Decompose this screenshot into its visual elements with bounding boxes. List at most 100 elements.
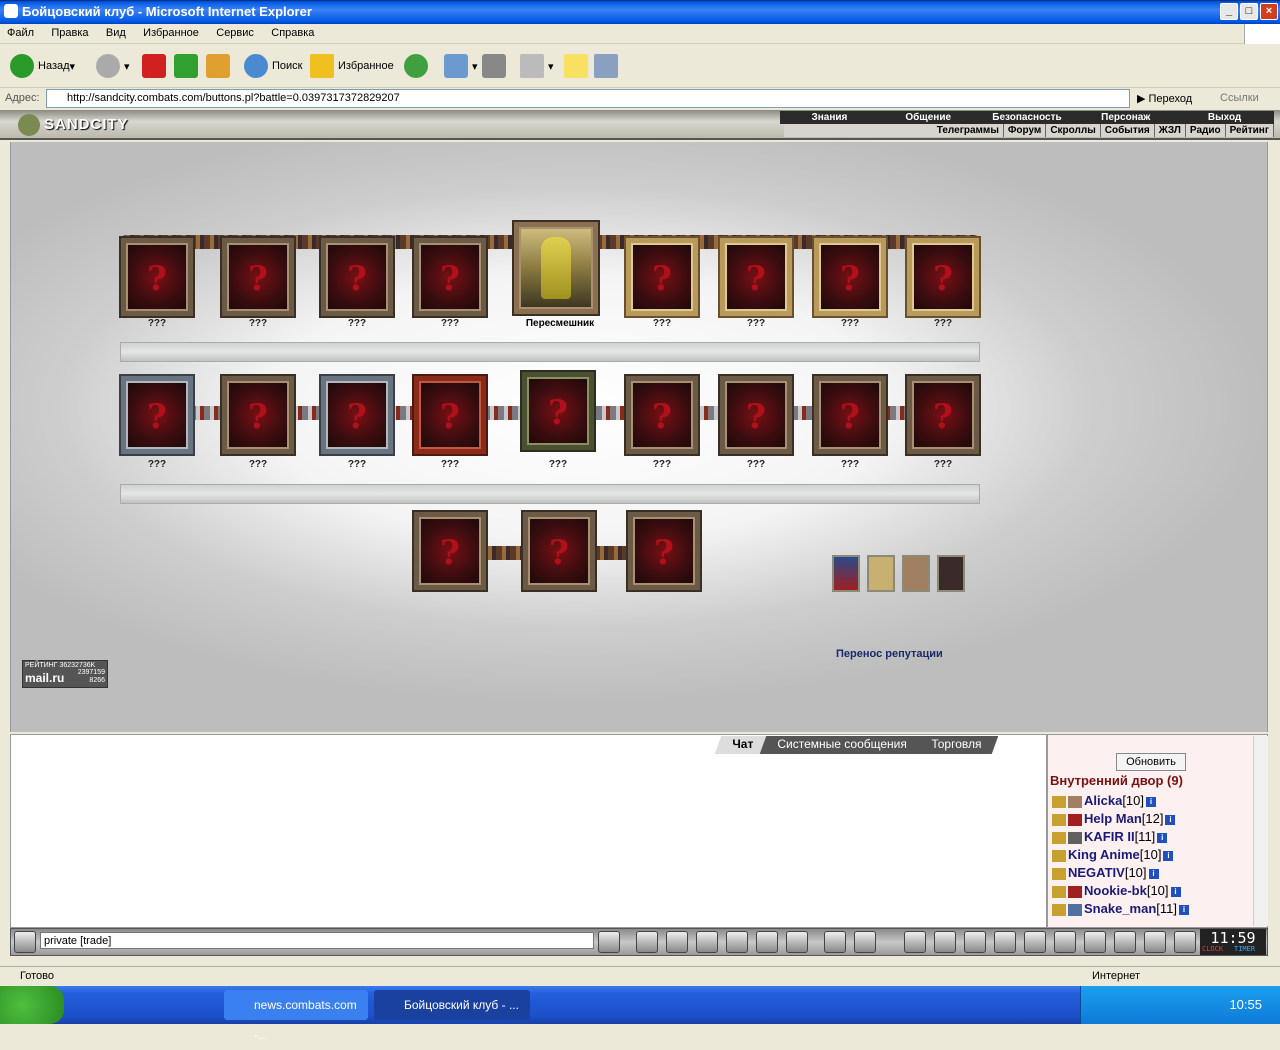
subnav-forum[interactable]: Форум [1004,124,1047,137]
info-icon[interactable]: i [1146,796,1156,807]
go-button[interactable]: ▶ Переход [1137,92,1192,105]
tab-trade[interactable]: Торговля [913,736,998,754]
subnav-radio[interactable]: Радио [1186,124,1226,137]
run-icon[interactable] [726,931,748,953]
mailru-rating-badge[interactable]: РЕЙТИНГ 36232736K mail.ru 2397159 8266 [22,660,108,688]
subnav-rating[interactable]: Рейтинг [1226,124,1274,137]
armor-icon[interactable] [1054,931,1076,953]
bag-icon[interactable] [964,931,986,953]
chat-input[interactable] [40,932,594,949]
castle-icon[interactable] [1114,931,1136,953]
user-name[interactable]: KAFIR II [1084,829,1135,844]
exit-door-icon[interactable] [1174,931,1196,953]
sword-icon[interactable] [934,931,956,953]
task-fight-club[interactable]: Бойцовский клуб - ... [374,990,530,1020]
menu-file[interactable]: Файл [0,24,41,42]
mini-item-map[interactable] [867,555,895,592]
item-slot[interactable]: ? [907,376,979,454]
scroll-icon[interactable] [1024,931,1046,953]
tab-system-messages[interactable]: Системные сообщения [759,736,924,754]
history-button[interactable] [404,52,432,80]
info-icon[interactable]: i [1165,814,1176,825]
nav-character[interactable]: Персонаж [1076,111,1175,124]
start-button[interactable] [0,986,64,1024]
sound-icon[interactable] [786,931,808,953]
character-name[interactable]: Пересмешник [515,318,605,329]
item-slot[interactable]: ? [414,376,486,454]
user-name[interactable]: King Anime [1068,847,1140,862]
user-name[interactable]: Alicka [1084,793,1122,808]
refresh-button[interactable] [174,52,202,80]
user-row[interactable]: NEGATIV[10] i [1052,865,1159,880]
refresh-button[interactable]: Обновить [1116,753,1186,771]
smile-face-icon[interactable] [14,931,36,953]
menu-edit[interactable]: Правка [44,24,95,42]
user-name[interactable]: Snake_man [1084,901,1156,916]
item-slot[interactable]: ? [522,372,594,450]
user-row[interactable]: Nookie-bk[10] i [1052,883,1181,898]
mage-icon[interactable] [904,931,926,953]
user-name[interactable]: NEGATIV [1068,865,1125,880]
menu-help[interactable]: Справка [264,24,321,42]
eraser-icon[interactable] [636,931,658,953]
home-button[interactable] [206,52,234,80]
stop-button[interactable] [142,52,170,80]
address-input[interactable]: http://sandcity.combats.com/buttons.pl?b… [46,89,1130,108]
item-slot[interactable]: ? [626,376,698,454]
item-slot[interactable]: ? [121,376,193,454]
item-slot[interactable]: ? [720,238,792,316]
users-scrollbar[interactable] [1253,736,1268,926]
item-slot[interactable]: ? [321,238,393,316]
mail-button[interactable]: ▾ [444,52,478,80]
forward-button[interactable]: ▾ [96,52,130,80]
nav-knowledge[interactable]: Знания [780,111,879,124]
nav-communication[interactable]: Общение [879,111,978,124]
subnav-scrolls[interactable]: Скроллы [1046,124,1101,137]
info-icon[interactable]: i [1148,868,1159,879]
back-button[interactable]: Назад ▾ [10,52,75,80]
user-row[interactable]: KAFIR II[11] i [1052,829,1168,844]
user-name[interactable]: Help Man [1084,811,1142,826]
item-slot[interactable]: ? [814,238,886,316]
menu-view[interactable]: Вид [99,24,133,42]
knight-icon[interactable] [1084,931,1106,953]
search-button[interactable]: Поиск [244,52,302,80]
item-slot[interactable]: ? [414,238,486,316]
subnav-telegrams[interactable]: Телеграммы [933,124,1004,137]
info-icon[interactable]: i [1157,832,1168,843]
pl-icon[interactable] [756,931,778,953]
mini-item-card[interactable] [832,555,860,592]
subnav-zhzl[interactable]: ЖЗЛ [1155,124,1186,137]
helmet-icon[interactable] [854,931,876,953]
item-slot[interactable]: ? [907,238,979,316]
mini-item-scroll[interactable] [937,555,965,592]
reputation-transfer-link[interactable]: Перенос репутации [836,648,943,660]
favorites-button[interactable]: Избранное [310,52,394,80]
item-slot[interactable]: ? [814,376,886,454]
item-slot[interactable]: ? [222,238,294,316]
mini-item-token[interactable] [902,555,930,592]
send-icon[interactable] [598,931,620,953]
sandcity-logo[interactable]: SANDCITY [18,114,158,138]
notes-button[interactable] [564,52,592,80]
minimize-button[interactable]: _ [1220,3,1238,20]
chat-window[interactable] [10,734,1047,928]
item-slot[interactable]: ? [626,238,698,316]
research-button[interactable] [594,52,622,80]
item-slot[interactable]: ? [121,238,193,316]
info-icon[interactable]: i [1178,904,1189,915]
nav-security[interactable]: Безопасность [978,111,1077,124]
close-button[interactable]: × [1260,3,1278,20]
group-icon[interactable] [1144,931,1166,953]
filter-icon[interactable] [666,931,688,953]
info-icon[interactable]: i [1163,850,1174,861]
item-slot[interactable]: ? [720,376,792,454]
menu-tools[interactable]: Сервис [209,24,261,42]
item-slot[interactable]: ? [523,512,595,590]
menu-favorites[interactable]: Избранное [136,24,206,42]
character-portrait[interactable] [514,222,598,314]
user-row[interactable]: Alicka[10] i [1052,793,1156,808]
edit-button[interactable]: ▾ [520,52,554,80]
smiley-icon[interactable] [824,931,846,953]
user-row[interactable]: King Anime[10] i [1052,847,1174,862]
